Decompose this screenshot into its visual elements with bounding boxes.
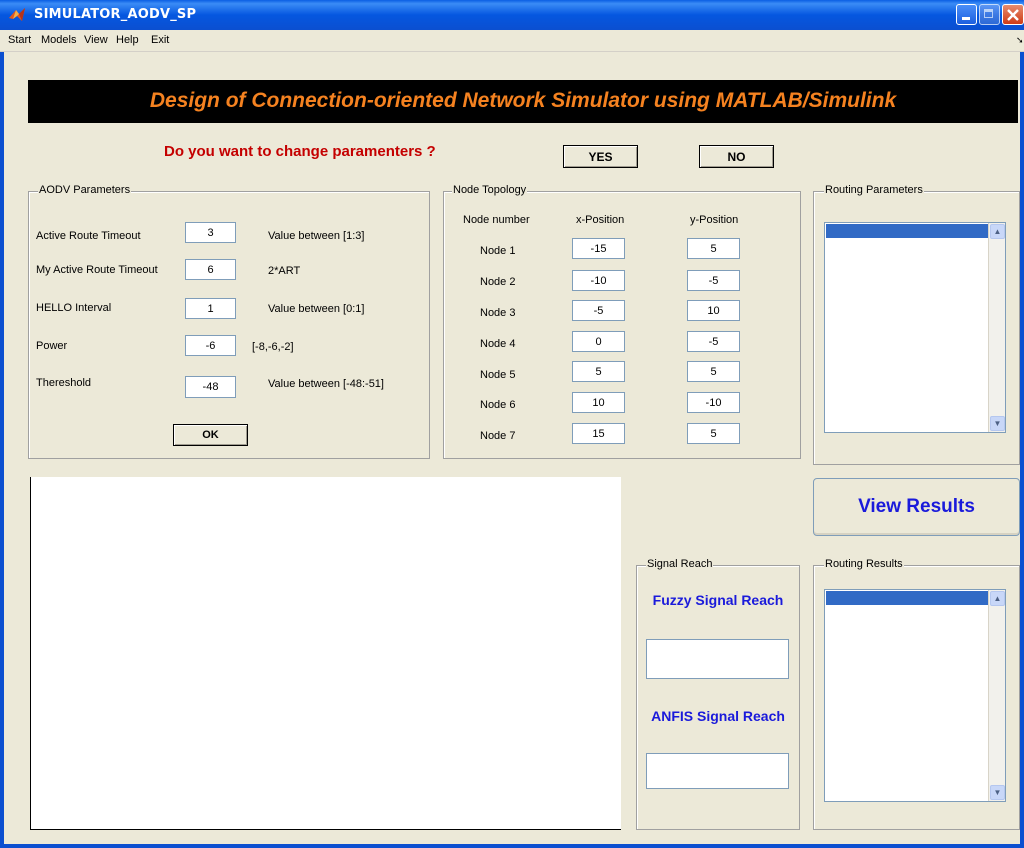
active-route-timeout-input[interactable] [185,222,236,243]
menu-help[interactable]: Help [116,34,139,46]
header-y-position: y-Position [690,214,739,226]
my-active-route-timeout-input[interactable] [185,259,236,280]
param-label: HELLO Interval [36,302,112,314]
change-params-question: Do you want to change paramenters ? [164,143,436,160]
param-hint: Value between [-48:-51] [268,378,384,390]
no-button[interactable]: NO [699,145,774,168]
node6-x-input[interactable] [572,392,625,413]
window-left-border [0,52,4,848]
threshold-input[interactable] [185,376,236,398]
node-label: Node 6 [480,399,516,411]
close-button[interactable] [1002,4,1024,25]
node5-x-input[interactable] [572,361,625,382]
node4-y-input[interactable] [687,331,740,352]
fuzzy-signal-reach-label: Fuzzy Signal Reach [652,592,784,608]
anfis-label-clip: ANFIS Signal Reach [636,706,800,732]
param-label: Power [36,340,68,352]
header-node-number: Node number [463,214,530,226]
minimize-icon [962,17,970,20]
node6-y-input[interactable] [687,392,740,413]
yes-button[interactable]: YES [563,145,638,168]
menu-bar: Start Models View Help Exit ➘ [0,30,1024,52]
selected-row[interactable] [826,591,988,605]
fuzzy-signal-reach-field[interactable] [646,639,789,679]
routing-results-listbox[interactable]: ▲ ▼ [824,589,1006,802]
node3-y-input[interactable] [687,300,740,321]
menu-view[interactable]: View [84,34,108,46]
title-bar: SIMULATOR_AODV_SP [0,0,1024,30]
menu-start[interactable]: Start [8,34,31,46]
node1-y-input[interactable] [687,238,740,259]
node5-y-input[interactable] [687,361,740,382]
minimize-button[interactable] [956,4,977,25]
view-results-button[interactable]: View Results [813,478,1020,536]
scroll-up-icon[interactable]: ▲ [990,224,1005,239]
scrollbar[interactable]: ▲ ▼ [988,223,1005,432]
menu-models[interactable]: Models [41,34,76,46]
power-input[interactable] [185,335,236,356]
signal-reach-title: Signal Reach [646,558,714,570]
node7-y-input[interactable] [687,423,740,444]
routing-parameters-listbox[interactable]: ▲ ▼ [824,222,1006,433]
routing-results-title: Routing Results [824,558,904,570]
param-label: Thereshold [36,377,92,389]
aodv-panel-title: AODV Parameters [38,184,132,196]
node3-x-input[interactable] [572,300,625,321]
anfis-signal-reach-label: ANFIS Signal Reach [651,708,785,724]
menu-arrow-icon: ➘ [1016,35,1024,45]
matlab-icon [9,8,25,21]
param-label: Active Route Timeout [36,230,141,242]
scrollbar[interactable]: ▲ ▼ [988,590,1005,801]
maximize-icon [984,9,993,18]
close-icon [1007,9,1019,21]
node-topology-title: Node Topology [452,184,528,196]
plot-axes [30,477,621,830]
hello-interval-input[interactable] [185,298,236,319]
banner-title: Design of Connection-oriented Network Si… [149,89,897,112]
param-hint: Value between [0:1] [268,303,365,315]
node-label: Node 7 [480,430,516,442]
selected-row[interactable] [826,224,988,238]
menu-exit[interactable]: Exit [151,34,169,46]
node-label: Node 5 [480,369,516,381]
scroll-down-icon[interactable]: ▼ [990,785,1005,800]
node-label: Node 3 [480,307,516,319]
ok-button[interactable]: OK [173,424,248,446]
node2-y-input[interactable] [687,270,740,291]
node1-x-input[interactable] [572,238,625,259]
param-label: My Active Route Timeout [36,264,158,276]
param-hint: 2*ART [268,265,301,277]
node-topology-panel [443,191,801,459]
scroll-down-icon[interactable]: ▼ [990,416,1005,431]
node2-x-input[interactable] [572,270,625,291]
node4-x-input[interactable] [572,331,625,352]
header-x-position: x-Position [576,214,625,226]
node-label: Node 2 [480,276,516,288]
node-label: Node 1 [480,245,516,257]
banner: Design of Connection-oriented Network Si… [28,80,1018,123]
node-label: Node 4 [480,338,516,350]
param-hint: Value between [1:3] [268,230,365,242]
routing-parameters-title: Routing Parameters [824,184,924,196]
maximize-button[interactable] [979,4,1000,25]
node7-x-input[interactable] [572,423,625,444]
scroll-up-icon[interactable]: ▲ [990,591,1005,606]
param-hint: [-8,-6,-2] [252,341,294,353]
window-bottom-border [0,844,1024,848]
anfis-signal-reach-field[interactable] [646,753,789,789]
window-right-border [1020,52,1024,848]
window-title: SIMULATOR_AODV_SP [34,7,197,22]
